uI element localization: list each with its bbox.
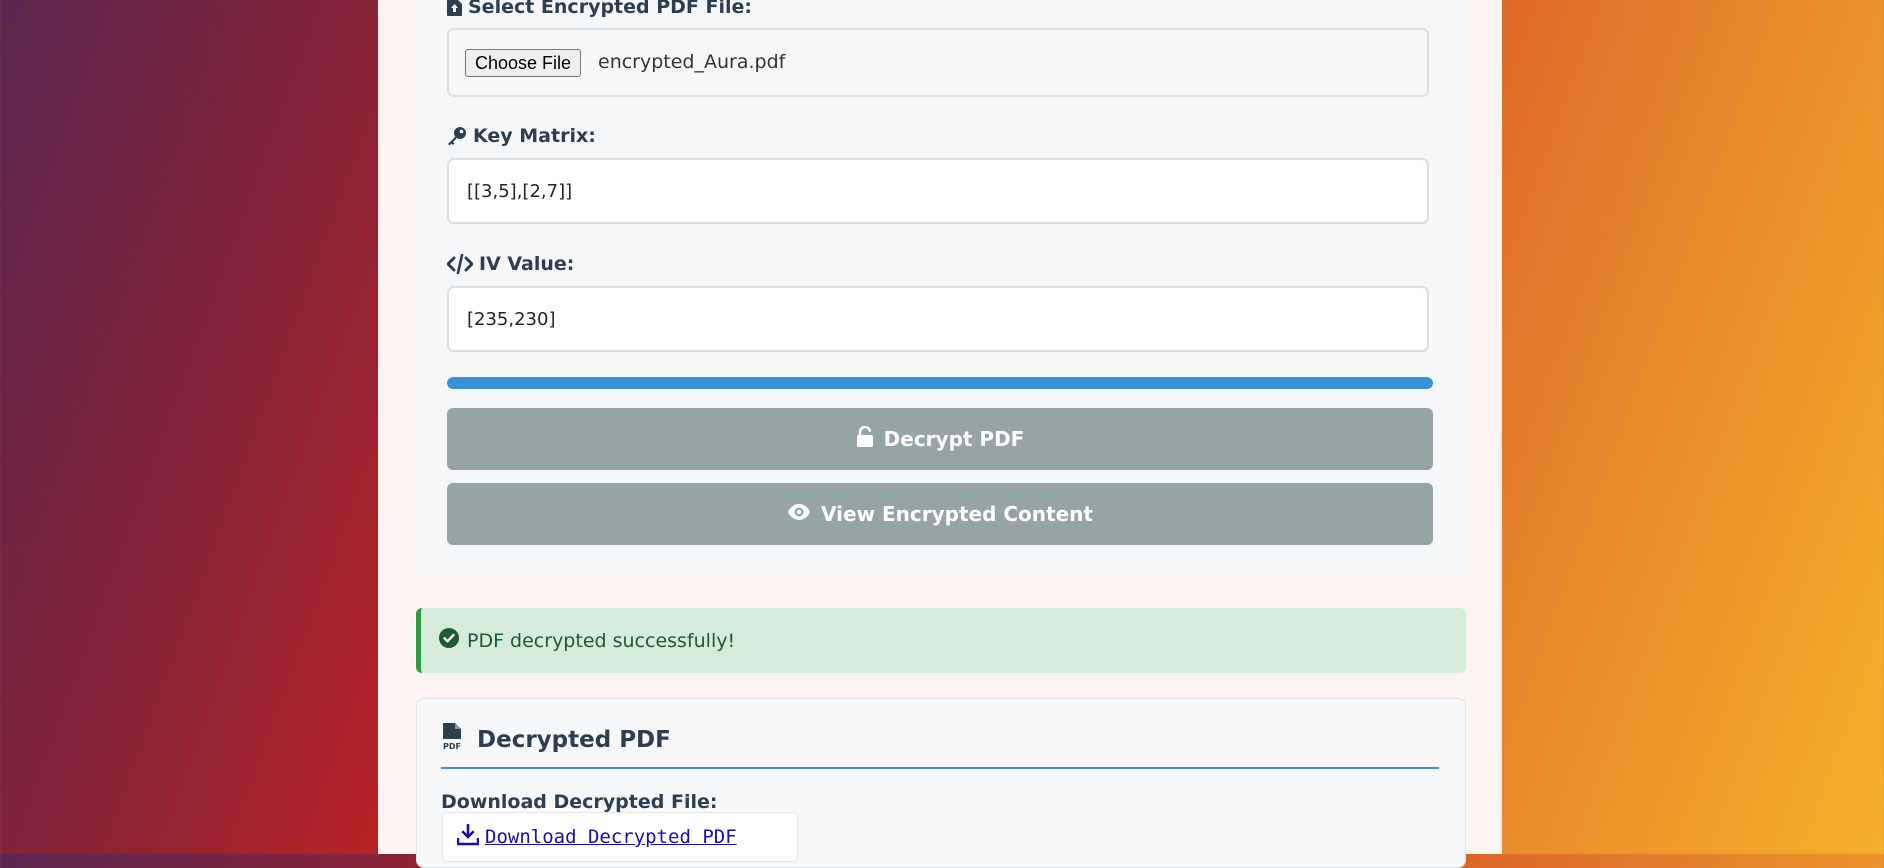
svg-text:PDF: PDF [443,742,461,751]
key-field-label: Key Matrix: [447,125,596,147]
result-title: Decrypted PDF [477,727,671,753]
download-link-text: Download Decrypted PDF [485,826,737,848]
iv-field-label-text: IV Value: [479,253,575,275]
view-encrypted-button-label: View Encrypted Content [821,502,1093,526]
success-message: PDF decrypted successfully! [467,629,736,652]
file-field-label-text: Select Encrypted PDF File: [468,0,753,18]
download-icon [456,823,480,851]
eye-icon [787,502,811,526]
key-matrix-input[interactable] [449,160,1427,222]
main-container: Select Encrypted PDF File: Choose File e… [378,0,1502,868]
code-icon [447,254,473,274]
download-decrypted-link[interactable]: Download Decrypted PDF [442,812,798,862]
iv-field-label: IV Value: [447,253,574,275]
decrypt-button-label: Decrypt PDF [883,427,1025,451]
choose-file-button[interactable]: Choose File [465,49,582,77]
key-icon [447,126,467,146]
unlock-icon [856,425,874,453]
key-field-label-text: Key Matrix: [473,125,596,147]
selected-file-name: encrypted_Aura.pdf [598,51,786,73]
download-label: Download Decrypted File: [441,791,718,813]
decrypt-button[interactable]: Decrypt PDF [447,408,1433,470]
iv-value-field[interactable] [447,286,1429,352]
view-encrypted-button[interactable]: View Encrypted Content [447,483,1433,545]
iv-value-input[interactable] [449,288,1427,350]
key-matrix-field[interactable] [447,158,1429,224]
check-circle-icon [439,628,459,653]
file-field-label: Select Encrypted PDF File: [447,0,752,18]
decrypt-form: Select Encrypted PDF File: Choose File e… [416,0,1466,576]
success-alert: PDF decrypted successfully! [416,608,1466,673]
result-header: PDF Decrypted PDF [441,723,1439,769]
decrypted-result-card: PDF Decrypted PDF Download Decrypted Fil… [416,698,1466,868]
pdf-file-icon: PDF [441,723,465,755]
progress-bar [447,377,1433,389]
progress-fill [447,377,1433,389]
file-input[interactable]: Choose File encrypted_Aura.pdf [447,28,1429,97]
file-upload-icon [447,0,462,16]
